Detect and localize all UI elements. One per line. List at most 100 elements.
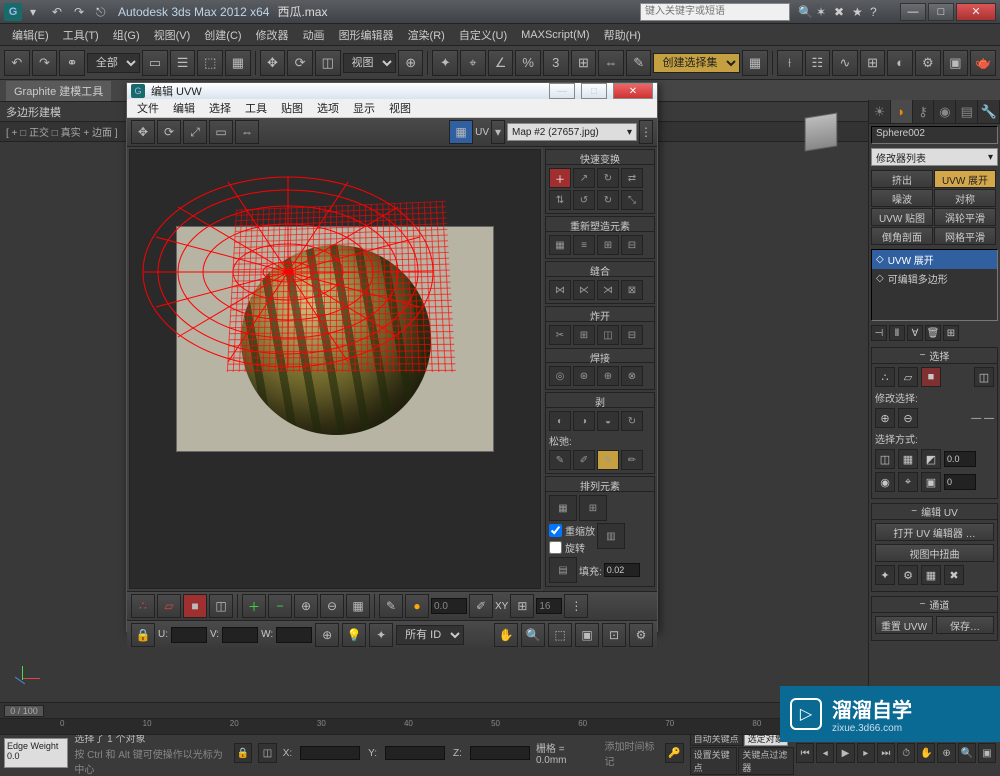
angle-snap-button[interactable]: ∠ [488,50,514,76]
bot2-fit2-icon[interactable]: ⊡ [602,623,626,647]
sub-edge-icon[interactable]: ▱ [898,367,918,387]
uvw-menu-map[interactable]: 贴图 [275,99,309,117]
uvw-maximize-button[interactable]: □ [581,83,607,99]
mirror-button[interactable]: ⇔ [598,50,624,76]
uvw-menu-tools[interactable]: 工具 [239,99,273,117]
uvw-freeform-icon[interactable]: ▭ [209,120,233,144]
bot-spin-end[interactable] [536,598,562,614]
menu-view[interactable]: 视图(V) [148,25,197,45]
grow-icon[interactable]: ⊕ [875,408,895,428]
uv-ic-4[interactable]: ✖ [944,565,964,585]
sel-by-6-icon[interactable]: ▣ [921,472,941,492]
modifier-stack[interactable]: ◇UVW 展开 ◇可编辑多边形 [871,249,998,321]
quick-add-icon[interactable]: ＋ [549,168,571,188]
move-button[interactable]: ✥ [260,50,286,76]
unique-icon[interactable]: ∀ [907,325,923,341]
show-end-icon[interactable]: Ⅱ [889,325,905,341]
help-icon[interactable]: ? [870,5,884,19]
explode-4-icon[interactable]: ⊟ [621,325,643,345]
key-filter-button[interactable]: 关键点过滤器 [738,747,794,775]
uvw-map-opts-icon[interactable]: ⋮ [639,120,653,144]
time-config-icon[interactable]: ⏱ [897,743,915,763]
select-button[interactable]: ▭ [142,50,168,76]
named-selection[interactable]: 创建选择集 [653,53,740,73]
fill-spin[interactable] [604,563,640,577]
menu-customize[interactable]: 自定义(U) [453,25,513,45]
key-icon[interactable]: 🔑 [665,743,683,763]
render-setup-button[interactable]: ⚙ [915,50,941,76]
pin-stack-icon[interactable]: ⊣ [871,325,887,341]
goto-start-icon[interactable]: ⏮ [796,743,814,763]
y-field[interactable] [385,746,445,760]
stitch-1-icon[interactable]: ⋈ [549,280,571,300]
bot2-hand-icon[interactable]: ✋ [494,623,518,647]
goto-end-icon[interactable]: ⏭ [877,743,895,763]
rect-select-button[interactable]: ⬚ [197,50,223,76]
schematic-button[interactable]: ⊞ [860,50,886,76]
bot-element-icon[interactable]: ◫ [209,594,233,618]
relax-4-icon[interactable]: ✏ [621,450,643,470]
bot2-pick-icon[interactable]: ⊕ [315,623,339,647]
uvw-rotate-icon[interactable]: ⟳ [157,120,181,144]
maximize-button[interactable]: □ [928,3,954,21]
nav-max-icon[interactable]: ▣ [978,743,996,763]
sel-by-3-icon[interactable]: ◩ [921,449,941,469]
sel-by-4-icon[interactable]: ◉ [875,472,895,492]
quick-3-icon[interactable]: ⇄ [621,168,643,188]
uvw-map-dropdown[interactable]: Map #2 (27657.jpg)▾ [507,123,637,141]
menu-tools[interactable]: 工具(T) [57,25,105,45]
weld-1-icon[interactable]: ◎ [549,366,571,386]
quick-5-icon[interactable]: ↺ [573,190,595,210]
snap-button[interactable]: ⌖ [460,50,486,76]
uv-grid[interactable] [228,200,448,370]
mod-symmetry[interactable]: 对称 [934,189,996,207]
cmd-tab-create[interactable]: ☀ [869,100,891,123]
sel-by-2-icon[interactable]: ▦ [898,449,918,469]
arrange-3-icon[interactable]: ▥ [597,523,625,549]
scale-button[interactable]: ◫ [315,50,341,76]
uvw-menu-file[interactable]: 文件 [131,99,165,117]
uv-ic-3[interactable]: ▦ [921,565,941,585]
bot-brush-icon[interactable]: ✐ [469,594,493,618]
selection-element-icon[interactable]: ◫ [974,367,994,387]
uvw-checker-icon[interactable]: ▦ [449,120,473,144]
bot2-fit-icon[interactable]: ▣ [575,623,599,647]
mod-turbosmooth[interactable]: 涡轮平滑 [934,208,996,226]
bot-opts-icon[interactable]: ⋮ [564,594,588,618]
help-search-input[interactable] [640,3,790,21]
bot-sun-icon[interactable]: ● [405,594,429,618]
bot-vertex-icon[interactable]: ∴ [131,594,155,618]
peel-2-icon[interactable]: ◑ [573,411,595,431]
quick-2-icon[interactable]: ↻ [597,168,619,188]
mod-uvw-map[interactable]: UVW 贴图 [871,208,933,226]
mod-meshsmooth[interactable]: 网格平滑 [934,227,996,245]
uv-ic-2[interactable]: ⚙ [898,565,918,585]
mirror2-button[interactable]: ⟊ [777,50,803,76]
spin-b[interactable]: 0 [944,474,976,490]
sel-by-5-icon[interactable]: ⌖ [898,472,918,492]
menu-maxscript[interactable]: MAXScript(M) [515,27,595,43]
bot2-bulb-icon[interactable]: 💡 [342,623,366,647]
isolate-icon[interactable]: ◫ [258,743,276,763]
uvw-menu-view[interactable]: 视图 [383,99,417,117]
lock-selection-icon[interactable]: 🔒 [234,743,252,763]
peel-4-icon[interactable]: ↻ [621,411,643,431]
relax-2-icon[interactable]: ✐ [573,450,595,470]
mod-noise[interactable]: 噪波 [871,189,933,207]
layer-button[interactable]: ☷ [805,50,831,76]
menu-animation[interactable]: 动画 [297,25,331,45]
align-button[interactable]: ▦ [742,50,768,76]
close-button[interactable]: ✕ [956,3,996,21]
set-key-button[interactable]: 设置关键点 [690,747,738,775]
bot-ring-icon[interactable]: ⊕ [294,594,318,618]
uvw-menu-display[interactable]: 显示 [347,99,381,117]
nav-orbit-icon[interactable]: ⊕ [937,743,955,763]
weld-3-icon[interactable]: ⊕ [597,366,619,386]
weld-4-icon[interactable]: ⊗ [621,366,643,386]
undo-icon[interactable]: ↶ [52,5,66,19]
ref-coord[interactable]: 视图 [343,53,396,73]
menu-edit[interactable]: 编辑(E) [6,25,55,45]
mod-uvw-unwrap[interactable]: UVW 展开 [934,170,996,188]
select-name-button[interactable]: ☰ [170,50,196,76]
uvw-mirror-icon[interactable]: ⇔ [235,120,259,144]
